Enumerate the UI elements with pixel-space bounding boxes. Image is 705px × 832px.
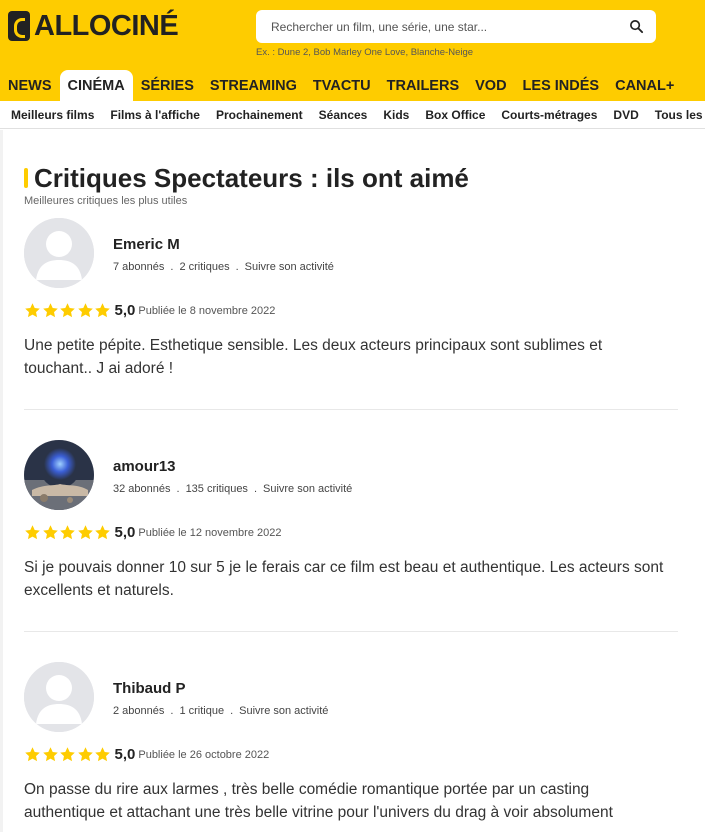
reviewer-name[interactable]: Thibaud P	[113, 680, 186, 697]
nav-item-trailers[interactable]: TRAILERS	[379, 70, 468, 101]
logo-mark-icon	[8, 11, 30, 41]
reviewer-meta: 7 abonnés . 2 critiques . Suivre son act…	[113, 261, 334, 273]
star-icon	[95, 747, 110, 762]
star-icon	[25, 747, 40, 762]
sub-nav-dvd[interactable]: DVD	[605, 108, 646, 122]
sub-nav-seances[interactable]: Séances	[311, 108, 376, 122]
followers-count: 2 abonnés	[113, 705, 165, 717]
sub-nav-kids[interactable]: Kids	[375, 108, 417, 122]
title-accent-bar	[24, 168, 28, 188]
sub-nav-box-office[interactable]: Box Office	[417, 108, 493, 122]
search-hint: Ex. : Dune 2, Bob Marley One Love, Blanc…	[256, 47, 474, 58]
star-icon	[95, 303, 110, 318]
followers-count: 7 abonnés	[113, 261, 165, 273]
meta-separator: .	[170, 705, 174, 717]
nav-item-les-indes[interactable]: LES INDÉS	[515, 70, 608, 101]
star-icon	[42, 525, 58, 540]
star-icon	[77, 303, 93, 318]
star-icon	[25, 303, 40, 318]
nav-item-cinema[interactable]: CINÉMA	[59, 70, 133, 101]
reviewer-name[interactable]: Emeric M	[113, 236, 180, 253]
star-icon	[60, 303, 75, 318]
sub-nav-meilleurs-films[interactable]: Meilleurs films	[3, 108, 102, 122]
section-title: Critiques Spectateurs : ils ont aimé	[34, 162, 469, 193]
reviewer-meta: 32 abonnés . 135 critiques . Suivre son …	[113, 483, 352, 495]
nav-item-streaming[interactable]: STREAMING	[202, 70, 305, 101]
photo-avatar[interactable]	[24, 440, 94, 510]
review-text: Une petite pépite. Esthetique sensible. …	[24, 337, 603, 377]
default-avatar-icon[interactable]	[24, 662, 94, 732]
logo-text: ALLOCINÉ	[34, 9, 179, 42]
review-divider	[24, 631, 678, 632]
reviewer-name[interactable]: amour13	[113, 458, 176, 475]
allocine-logo[interactable]: ALLOCINÉ	[8, 8, 179, 44]
star-icon	[42, 303, 58, 318]
rating-row: 5,0 Publiée le 12 novembre 2022	[24, 524, 281, 541]
rating-row: 5,0 Publiée le 8 novembre 2022	[24, 302, 275, 319]
nav-item-news[interactable]: NEWS	[0, 70, 60, 101]
meta-separator: .	[176, 483, 180, 495]
meta-separator: .	[235, 261, 239, 273]
sub-nav-tous-les[interactable]: Tous les	[647, 108, 705, 122]
reviewer-meta: 2 abonnés . 1 critique . Suivre son acti…	[113, 705, 328, 717]
sub-nav: Meilleurs films Films à l'affiche Procha…	[0, 101, 705, 129]
star-icon	[77, 747, 93, 762]
search-input[interactable]	[256, 10, 616, 43]
search-box	[256, 10, 656, 43]
nav-item-canal-plus[interactable]: CANAL+	[607, 70, 682, 101]
critiques-count: 135 critiques	[185, 483, 248, 495]
critiques-count: 1 critique	[179, 705, 225, 717]
published-date: Publiée le 26 octobre 2022	[138, 748, 270, 761]
star-icon	[60, 525, 75, 540]
follow-link[interactable]: Suivre son activité	[245, 261, 334, 273]
rating-value: 5,0	[114, 746, 136, 763]
star-icon	[42, 747, 58, 762]
review-text: Si je pouvais donner 10 sur 5 je le fera…	[24, 559, 664, 599]
followers-count: 32 abonnés	[113, 483, 171, 495]
sub-nav-courts-metrages[interactable]: Courts-métrages	[493, 108, 605, 122]
follow-link[interactable]: Suivre son activité	[239, 705, 328, 717]
search-icon[interactable]	[629, 19, 644, 34]
star-icon	[60, 747, 75, 762]
rating-value: 5,0	[114, 302, 136, 319]
meta-separator: .	[253, 483, 257, 495]
reviews-section: Critiques Spectateurs : ils ont aimé Mei…	[0, 130, 705, 832]
review-text: On passe du rire aux larmes , très belle…	[24, 781, 613, 821]
star-icon	[25, 525, 40, 540]
main-nav: NEWS CINÉMA SÉRIES STREAMING TVACTU TRAI…	[0, 70, 705, 101]
rating-row: 5,0 Publiée le 26 octobre 2022	[24, 746, 269, 763]
meta-separator: .	[230, 705, 234, 717]
published-date: Publiée le 8 novembre 2022	[138, 304, 276, 317]
default-avatar-icon[interactable]	[24, 218, 94, 288]
follow-link[interactable]: Suivre son activité	[263, 483, 352, 495]
star-icon	[95, 525, 110, 540]
rating-value: 5,0	[114, 524, 136, 541]
critiques-count: 2 critiques	[179, 261, 230, 273]
meta-separator: .	[170, 261, 174, 273]
section-title-wrap: Critiques Spectateurs : ils ont aimé	[24, 163, 469, 193]
review-divider	[24, 409, 678, 410]
published-date: Publiée le 12 novembre 2022	[138, 526, 282, 539]
nav-item-tvactu[interactable]: TVACTU	[305, 70, 379, 101]
section-subtitle: Meilleures critiques les plus utiles	[24, 195, 188, 207]
sub-nav-prochainement[interactable]: Prochainement	[208, 108, 311, 122]
nav-item-series[interactable]: SÉRIES	[133, 70, 202, 101]
star-icon	[77, 525, 93, 540]
nav-item-vod[interactable]: VOD	[467, 70, 514, 101]
sub-nav-films-a-l-affiche[interactable]: Films à l'affiche	[102, 108, 208, 122]
site-header: ALLOCINÉ Ex. : Dune 2, Bob Marley One Lo…	[0, 0, 705, 101]
